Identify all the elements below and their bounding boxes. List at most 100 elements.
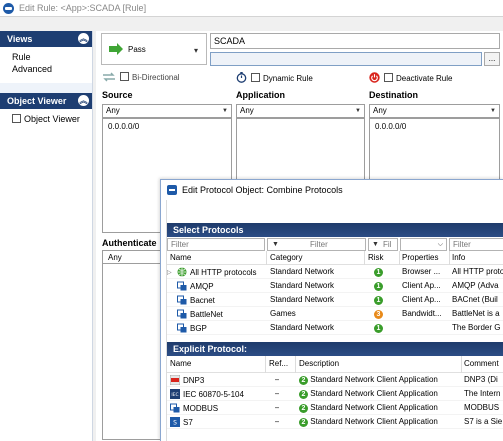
protocol-category: Standard Network [270,281,335,290]
source-heading: Source [102,90,133,100]
col-name[interactable]: Name [170,253,191,262]
application-selector-value: Any [240,106,254,115]
col-divider[interactable] [399,251,400,265]
info-filter-input[interactable]: Filter [449,238,503,251]
properties-filter-dropdown[interactable]: ⌵ [400,238,447,251]
object-viewer-checkbox[interactable] [12,114,21,123]
dynamic-rule-checkbox[interactable] [251,73,260,82]
risk-level: 1 [374,296,383,305]
col-reference[interactable]: Ref... [269,359,288,368]
source-list-item[interactable]: 0.0.0.0/0 [108,122,231,131]
destination-selector[interactable]: Any ▼ [369,104,500,118]
application-heading: Application [236,90,285,100]
protocol-row[interactable]: BGP Standard Network 1 The Border G [167,321,503,335]
explicit-description-cell: 2 Standard Network Client Application [299,403,459,413]
risk-filter-input[interactable]: ▼ Fil [368,238,398,251]
protocol-icon [177,309,187,319]
views-collapse-icon[interactable]: ︽ [78,33,89,44]
protocol-info: AMQP (Adva [452,281,499,290]
object-viewer-option[interactable]: Object Viewer [12,113,92,125]
col-comment[interactable]: Comment [464,359,499,368]
window-titlebar: Edit Rule: <App>:SCADA [Rule] [0,0,503,17]
col-properties[interactable]: Properties [402,253,438,262]
protocol-row[interactable]: AMQP Standard Network 1 Client Ap... AMQ… [167,279,503,293]
protocol-icon [170,403,180,413]
col-risk[interactable]: Risk [368,253,384,262]
object-viewer-body: Object Viewer [0,109,92,129]
explicit-description: Standard Network Client Application [310,403,438,412]
explicit-row[interactable]: DNP3 – 2 Standard Network Client Applica… [167,373,503,387]
action-selector[interactable]: Pass ▾ [101,33,207,65]
filter-funnel-icon: ▼ [272,241,279,248]
application-selector[interactable]: Any ▼ [236,104,365,118]
explicit-comment: MODBUS [464,403,500,412]
protocol-icon [177,281,187,291]
col-divider[interactable] [295,356,296,373]
object-viewer-panel-header: Object Viewer ︽ [0,93,92,109]
source-selector[interactable]: Any ▼ [102,104,232,118]
deactivate-rule-option[interactable]: Deactivate Rule [369,72,452,84]
dynamic-rule-option[interactable]: Dynamic Rule [236,72,313,84]
authentication-list[interactable] [102,264,162,440]
category-filter-input[interactable]: ▼ Filter [267,238,366,251]
risk-badge: 1 [374,281,383,291]
explicit-name-cell: S S7 [170,417,264,427]
protocol-row[interactable]: Bacnet Standard Network 1 Client Ap... B… [167,293,503,307]
col-divider[interactable] [265,356,266,373]
views-item-rule[interactable]: Rule [12,51,92,63]
bidirectional-option[interactable]: Bi-Directional [102,72,180,84]
col-category[interactable]: Category [270,253,302,262]
risk-level: 1 [374,282,383,291]
col-divider[interactable] [449,251,450,265]
explicit-row[interactable]: MODBUS – 2 Standard Network Client Appli… [167,401,503,415]
expand-arrow-icon[interactable]: ▷ [167,269,172,276]
explicit-table-header: Name Ref... Description Comment [167,356,503,373]
rule-comment-field[interactable] [210,52,482,66]
explicit-description-cell: 2 Standard Network Client Application [299,417,459,427]
explicit-comment: DNP3 (Di [464,375,498,384]
protocol-info: BACnet (Buil [452,295,498,304]
app-logo-icon [3,3,14,14]
rule-name-field[interactable]: SCADA [210,33,500,49]
col-info[interactable]: Info [452,253,465,262]
name-filter-input[interactable]: Filter [167,238,265,251]
explicit-name: S7 [183,418,193,427]
explicit-description-cell: 2 Standard Network Client Application [299,389,459,399]
select-protocols-header: Select Protocols [167,223,503,237]
col-name[interactable]: Name [170,359,191,368]
explicit-row[interactable]: S S7 – 2 Standard Network Client Applicat… [167,415,503,429]
explicit-ref: – [275,417,280,426]
globe-icon [177,267,187,277]
object-viewer-title: Object Viewer [7,96,67,106]
protocol-icon [177,323,187,333]
risk-filter-text: Fil [383,240,392,249]
risk-badge: 1 [374,267,383,277]
explicit-row[interactable]: IEC IEC 60870-5-104 – 2 Standard Network … [167,387,503,401]
col-divider[interactable] [364,251,365,265]
risk-level: 1 [374,324,383,333]
protocol-row[interactable]: ▷ All HTTP protocols Standard Network 1 … [167,265,503,279]
explicit-ref: – [275,389,280,398]
deactivate-rule-checkbox[interactable] [384,73,393,82]
views-item-advanced[interactable]: Advanced [12,63,92,75]
filter-row: Filter ▼ Filter ▼ Fil ⌵ Filter [167,237,503,251]
bidirectional-arrows-icon [103,72,115,82]
destination-selector-value: Any [373,106,387,115]
explicit-comment: S7 is a Sie [464,417,503,426]
object-viewer-collapse-icon[interactable]: ︽ [78,95,89,106]
protocol-row[interactable]: BattleNet Games 3 Bandwidt... BattleNet … [167,307,503,321]
dialog-title: Edit Protocol Object: Combine Protocols [182,185,343,195]
filter-funnel-icon: ▼ [372,241,379,248]
col-description[interactable]: Description [299,359,339,368]
col-divider[interactable] [461,356,462,373]
edit-protocol-dialog: Edit Protocol Object: Combine Protocols … [160,179,503,441]
bidirectional-label: Bi-Directional [132,73,180,82]
protocol-name: BattleNet [190,310,223,319]
authentication-selector[interactable]: Any [102,250,162,264]
risk-level: 2 [299,390,308,399]
protocol-category: Standard Network [270,295,335,304]
destination-list-item[interactable]: 0.0.0.0/0 [375,122,499,131]
bidirectional-checkbox[interactable] [120,72,129,81]
col-divider[interactable] [266,251,267,265]
comment-browse-button[interactable]: ... [484,52,500,66]
